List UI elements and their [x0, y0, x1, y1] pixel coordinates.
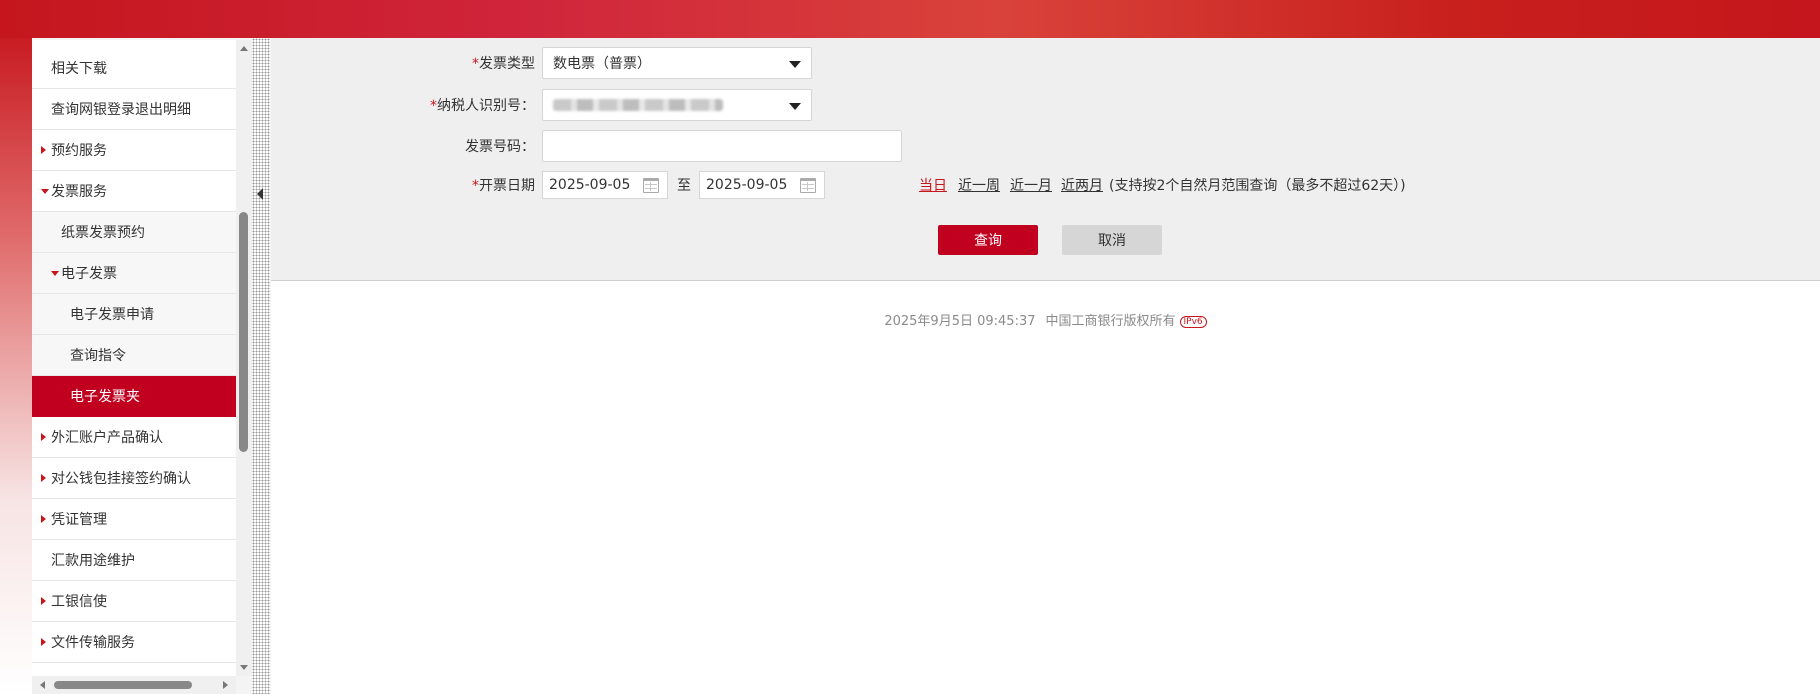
issue-date-label: *开票日期 — [395, 175, 535, 195]
required-mark: * — [472, 178, 479, 194]
sidebar-item[interactable]: 查询网银登录退出明细 — [32, 89, 236, 130]
footer: 2025年9月5日 09:45:37 中国工商银行版权所有 IPv6 — [271, 310, 1820, 329]
sidebar-item-label: 电子发票 — [61, 266, 117, 282]
end-date-value: 2025-09-05 — [706, 177, 788, 193]
scroll-up-arrow-icon[interactable] — [240, 46, 248, 51]
calendar-icon[interactable] — [643, 178, 659, 193]
invoice-number-label-text: 发票号码： — [465, 139, 535, 155]
chevron-down-icon — [789, 61, 801, 68]
sidebar-item[interactable]: 发票服务 — [32, 171, 236, 212]
sidebar-item[interactable]: 电子发票申请 — [32, 294, 236, 335]
chevron-down-icon — [789, 103, 801, 110]
sidebar-item[interactable]: 文件传输服务 — [32, 622, 236, 663]
sidebar-item-label: 汇款用途维护 — [51, 553, 135, 569]
sidebar-item-label: 对公钱包挂接签约确认 — [51, 471, 191, 487]
sidebar-item-label: 文件传输服务 — [51, 635, 135, 651]
sidebar-item[interactable]: 凭证管理 — [32, 499, 236, 540]
invoice-type-label-text: 发票类型 — [479, 56, 535, 72]
caret-down-icon — [41, 189, 49, 194]
calendar-icon[interactable] — [800, 178, 816, 193]
query-panel: *发票类型 数电票（普票） *纳税人识别号： 发票号码： *开票日期 2025-… — [271, 38, 1820, 281]
sidebar-item-label: 电子发票申请 — [70, 307, 154, 323]
sidebar-item[interactable]: 预约服务 — [32, 130, 236, 171]
cancel-button[interactable]: 取消 — [1062, 225, 1162, 255]
sidebar-item[interactable]: 电子发票 — [32, 253, 236, 294]
start-date-input[interactable]: 2025-09-05 — [542, 171, 668, 199]
main-content: *发票类型 数电票（普票） *纳税人识别号： 发票号码： *开票日期 2025-… — [271, 38, 1820, 694]
scroll-left-arrow-icon[interactable] — [40, 681, 45, 689]
scrollbar-thumb-horizontal[interactable] — [54, 681, 192, 689]
scroll-down-arrow-icon[interactable] — [240, 665, 248, 670]
collapse-sidebar-icon[interactable] — [257, 188, 263, 200]
end-date-input[interactable]: 2025-09-05 — [699, 171, 825, 199]
required-mark: * — [472, 56, 479, 72]
left-decorative-gradient — [0, 38, 32, 694]
sidebar-item-label: 发票服务 — [51, 184, 107, 200]
date-range-separator: 至 — [677, 178, 691, 194]
sidebar-item-label: 纸票发票预约 — [61, 225, 145, 241]
sidebar-splitter[interactable] — [252, 38, 270, 694]
sidebar-item-label: 外汇账户产品确认 — [51, 430, 163, 446]
caret-right-icon — [41, 515, 46, 523]
invoice-type-value: 数电票（普票） — [553, 56, 651, 72]
tax-id-select[interactable] — [542, 89, 812, 121]
issue-date-label-text: 开票日期 — [479, 178, 535, 194]
invoice-type-select[interactable]: 数电票（普票） — [542, 47, 812, 79]
sidebar-item[interactable]: 对公钱包挂接签约确认 — [32, 458, 236, 499]
sidebar-item[interactable]: 汇款用途维护 — [32, 540, 236, 581]
sidebar-item[interactable]: 工银信使 — [32, 581, 236, 622]
sidebar-horizontal-scrollbar[interactable] — [32, 676, 236, 694]
invoice-type-label: *发票类型 — [395, 53, 535, 73]
caret-right-icon — [41, 433, 46, 441]
quick-link-today[interactable]: 当日 — [919, 175, 947, 195]
start-date-value: 2025-09-05 — [549, 177, 631, 193]
caret-right-icon — [41, 638, 46, 646]
sidebar-item-label: 相关下载 — [51, 61, 107, 77]
caret-right-icon — [41, 597, 46, 605]
masked-tax-id-value — [553, 99, 723, 111]
sidebar-item-label: 查询指令 — [70, 348, 126, 364]
top-banner — [0, 0, 1820, 38]
caret-right-icon — [41, 146, 46, 154]
quick-link-two-months[interactable]: 近两月 — [1061, 175, 1103, 195]
quick-link-week[interactable]: 近一周 — [958, 175, 1000, 195]
sidebar-item-label: 工银信使 — [51, 594, 107, 610]
tax-id-label-text: 纳税人识别号： — [437, 98, 535, 114]
caret-right-icon — [41, 474, 46, 482]
sidebar-item[interactable]: 查询指令 — [32, 335, 236, 376]
sidebar-item-label: 查询网银登录退出明细 — [51, 102, 191, 118]
caret-down-icon — [51, 271, 59, 276]
sidebar-item[interactable]: 电子发票夹 — [32, 376, 236, 417]
sidebar-item-label: 凭证管理 — [51, 512, 107, 528]
footer-copyright: 中国工商银行版权所有 — [1045, 314, 1176, 329]
sidebar-vertical-scrollbar[interactable] — [236, 40, 252, 676]
sidebar-item-label: 电子发票夹 — [70, 389, 140, 405]
query-button[interactable]: 查询 — [938, 225, 1038, 255]
invoice-number-input[interactable] — [542, 130, 902, 162]
tax-id-label: *纳税人识别号： — [395, 95, 535, 115]
sidebar-item-label: 预约服务 — [51, 143, 107, 159]
quick-link-month[interactable]: 近一月 — [1010, 175, 1052, 195]
ipv6-badge: IPv6 — [1179, 315, 1207, 328]
sidebar-item[interactable]: 相关下载 — [32, 48, 236, 89]
scroll-right-arrow-icon[interactable] — [223, 681, 228, 689]
sidebar-item[interactable]: 纸票发票预约 — [32, 212, 236, 253]
scrollbar-thumb[interactable] — [239, 212, 248, 452]
date-range-hint: (支持按2个自然月范围查询（最多不超过62天）) — [1109, 178, 1406, 194]
footer-datetime: 2025年9月5日 09:45:37 — [884, 314, 1036, 329]
sidebar-menu: 相关下载查询网银登录退出明细 预约服务发票服务纸票发票预约 电子发票电子发票申请 查询… — [32, 40, 236, 676]
required-mark: * — [430, 98, 437, 114]
invoice-number-label: 发票号码： — [395, 136, 535, 156]
sidebar-item[interactable]: 外汇账户产品确认 — [32, 417, 236, 458]
